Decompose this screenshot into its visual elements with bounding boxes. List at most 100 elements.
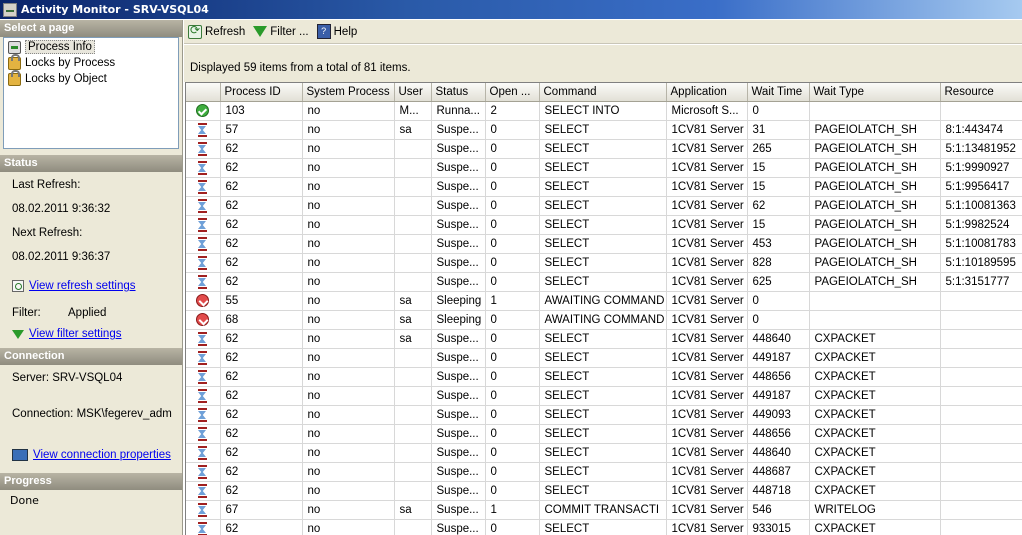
cell-status: Suspe...	[431, 405, 486, 425]
view-filter-settings-link[interactable]: View filter settings	[29, 327, 121, 341]
process-grid[interactable]: Process ID System Process User Status Open .…	[185, 82, 1022, 535]
cell-process-id: 62	[220, 367, 303, 387]
cell-wait-type: PAGEIOLATCH_SH	[809, 234, 941, 254]
column-header-application[interactable]: Application	[666, 83, 748, 102]
cell-status: Suspe...	[431, 462, 486, 482]
page-item-label: Locks by Object	[25, 73, 107, 85]
column-header-system-process[interactable]: System Process	[302, 83, 395, 102]
cell-wait-type: PAGEIOLATCH_SH	[809, 139, 941, 159]
table-row[interactable]: 55 no sa Sleeping 1 AWAITING COMMAND 1CV81 Ser…	[186, 291, 1022, 311]
process-icon	[8, 40, 21, 54]
sleeping-status-icon	[196, 294, 210, 307]
help-label: Help	[333, 25, 358, 38]
table-row[interactable]: 67 no sa Suspe... 1 COMMIT TRANSACTI 1CV81 Ser…	[186, 500, 1022, 520]
column-header-wait-time[interactable]: Wait Time	[747, 83, 810, 102]
column-header-open-transactions[interactable]: Open ...	[485, 83, 540, 102]
cell-resource: 5:1:3151777	[940, 272, 1022, 292]
suspended-status-icon	[198, 198, 208, 213]
page-list: Process Info Locks by Process Locks by O…	[3, 37, 179, 149]
cell-resource: 5:1:9982524	[940, 215, 1022, 235]
help-button[interactable]: ? Help	[315, 24, 364, 39]
cell-application: 1CV81 Server	[666, 424, 748, 444]
table-row[interactable]: 62 no Suspe... 0 SELECT 1CV81 Server 448656 CXP…	[186, 367, 1022, 387]
cell-resource: 5:1:10081363	[940, 196, 1022, 216]
cell-user	[394, 405, 432, 425]
table-row[interactable]: 57 no sa Suspe... 0 SELECT 1CV81 Server 31 PAGEI…	[186, 120, 1022, 140]
progress-header: Progress	[0, 473, 182, 490]
cell-application: 1CV81 Server	[666, 329, 748, 349]
table-row[interactable]: 103 no M... Runna... 2 SELECT INTO Microsoft S…	[186, 101, 1022, 121]
status-icon-cell	[186, 120, 221, 140]
cell-system-process: no	[302, 120, 395, 140]
cell-process-id: 62	[220, 519, 303, 535]
cell-resource	[940, 386, 1022, 406]
table-row[interactable]: 62 no Suspe... 0 SELECT 1CV81 Server 15 PAGEIOL…	[186, 158, 1022, 178]
cell-wait-time: 449093	[747, 405, 810, 425]
cell-wait-type: CXPACKET	[809, 481, 941, 501]
page-item-process-info[interactable]: Process Info	[4, 39, 178, 55]
sidebar: Select a page Process Info Locks by Proc…	[0, 20, 183, 535]
filter-button[interactable]: Filter ...	[251, 26, 314, 38]
cell-status: Suspe...	[431, 481, 486, 501]
column-header-status-icon-col[interactable]	[186, 83, 221, 102]
cell-wait-time: 31	[747, 120, 810, 140]
cell-user	[394, 272, 432, 292]
grid-body: 103 no M... Runna... 2 SELECT INTO Microsoft S…	[186, 101, 1022, 535]
table-row[interactable]: 62 no Suspe... 0 SELECT 1CV81 Server 449187 CXP…	[186, 386, 1022, 406]
view-connection-properties-link[interactable]: View connection properties	[33, 448, 171, 462]
table-row[interactable]: 62 no Suspe... 0 SELECT 1CV81 Server 448687 CXP…	[186, 462, 1022, 482]
cell-wait-time: 828	[747, 253, 810, 273]
cell-user: sa	[394, 120, 432, 140]
table-row[interactable]: 62 no Suspe... 0 SELECT 1CV81 Server 449187 CXP…	[186, 348, 1022, 368]
cell-process-id: 62	[220, 329, 303, 349]
column-header-status[interactable]: Status	[431, 83, 486, 102]
cell-command: AWAITING COMMAND	[539, 310, 667, 330]
table-row[interactable]: 62 no Suspe... 0 SELECT 1CV81 Server 828 PAGEIO…	[186, 253, 1022, 273]
page-item-locks-by-process[interactable]: Locks by Process	[4, 53, 178, 71]
status-icon-cell	[186, 500, 221, 520]
table-row[interactable]: 62 no Suspe... 0 SELECT 1CV81 Server 62 PAGEIOL…	[186, 196, 1022, 216]
refresh-button[interactable]: Refresh	[186, 23, 251, 39]
table-row[interactable]: 62 no Suspe... 0 SELECT 1CV81 Server 453 PAGEIO…	[186, 234, 1022, 254]
cell-wait-time: 448687	[747, 462, 810, 482]
status-icon-cell	[186, 234, 221, 254]
last-refresh-label: Last Refresh:	[12, 179, 81, 191]
cell-command: SELECT	[539, 253, 667, 273]
cell-process-id: 103	[220, 101, 303, 121]
cell-open-transactions: 0	[485, 443, 540, 463]
table-row[interactable]: 62 no Suspe... 0 SELECT 1CV81 Server 15 PAGEIOL…	[186, 215, 1022, 235]
table-row[interactable]: 62 no Suspe... 0 SELECT 1CV81 Server 448656 CXP…	[186, 424, 1022, 444]
cell-status: Suspe...	[431, 177, 486, 197]
cell-user	[394, 367, 432, 387]
column-header-user[interactable]: User	[394, 83, 432, 102]
page-item-locks-by-object[interactable]: Locks by Object	[4, 69, 178, 87]
table-row[interactable]: 62 no Suspe... 0 SELECT 1CV81 Server 448718 CXP…	[186, 481, 1022, 501]
table-row[interactable]: 62 no Suspe... 0 SELECT 1CV81 Server 265 PAGEIO…	[186, 139, 1022, 159]
view-refresh-settings-link[interactable]: View refresh settings	[29, 279, 136, 293]
column-header-command[interactable]: Command	[539, 83, 667, 102]
cell-open-transactions: 0	[485, 253, 540, 273]
table-row[interactable]: 62 no Suspe... 0 SELECT 1CV81 Server 15 PAGEIOL…	[186, 177, 1022, 197]
cell-wait-type: PAGEIOLATCH_SH	[809, 158, 941, 178]
table-row[interactable]: 62 no sa Suspe... 0 SELECT 1CV81 Server 448640 C…	[186, 329, 1022, 349]
table-row[interactable]: 68 no sa Sleeping 0 AWAITING COMMAND 1CV81 Ser…	[186, 310, 1022, 330]
table-row[interactable]: 62 no Suspe... 0 SELECT 1CV81 Server 448640 CXP…	[186, 443, 1022, 463]
filter-icon	[12, 329, 24, 339]
cell-open-transactions: 0	[485, 177, 540, 197]
column-header-process-id[interactable]: Process ID	[220, 83, 303, 102]
table-row[interactable]: 62 no Suspe... 0 SELECT 1CV81 Server 933015 CXP…	[186, 519, 1022, 535]
column-header-resource[interactable]: Resource	[940, 83, 1022, 102]
cell-application: 1CV81 Server	[666, 120, 748, 140]
cell-command: SELECT	[539, 424, 667, 444]
status-icon-cell	[186, 253, 221, 273]
suspended-status-icon	[198, 255, 208, 270]
cell-wait-time: 0	[747, 291, 810, 311]
table-row[interactable]: 62 no Suspe... 0 SELECT 1CV81 Server 625 PAGEIO…	[186, 272, 1022, 292]
cell-status: Suspe...	[431, 367, 486, 387]
column-header-wait-type[interactable]: Wait Type	[809, 83, 941, 102]
cell-status: Suspe...	[431, 443, 486, 463]
help-icon: ?	[316, 24, 331, 39]
cell-open-transactions: 0	[485, 272, 540, 292]
next-refresh-value: 08.02.2011 9:36:37	[12, 251, 111, 263]
table-row[interactable]: 62 no Suspe... 0 SELECT 1CV81 Server 449093 CXP…	[186, 405, 1022, 425]
